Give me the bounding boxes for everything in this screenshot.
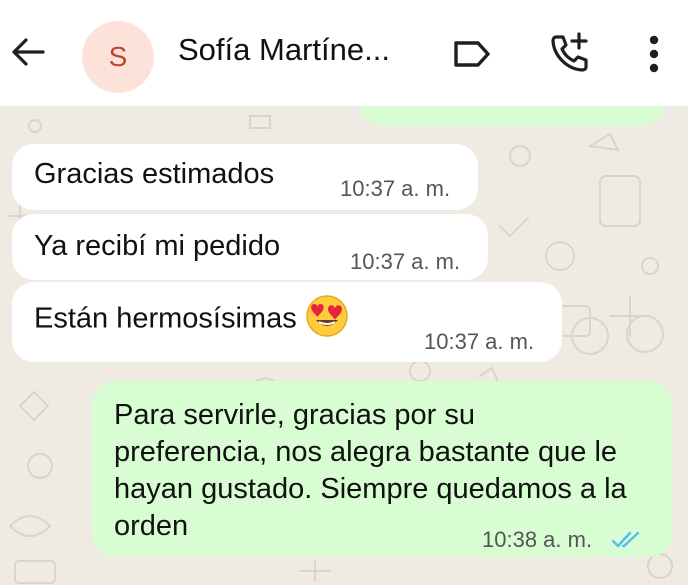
message-text: Están hermosísimas xyxy=(34,302,297,335)
message-bubble-incoming[interactable]: Gracias estimados 10:37 a. m. xyxy=(12,144,478,210)
back-button[interactable] xyxy=(6,30,50,74)
more-options-button[interactable] xyxy=(634,28,674,80)
avatar[interactable]: S xyxy=(82,21,154,93)
contact-name[interactable]: Sofía Martíne... xyxy=(178,32,390,68)
message-bubble-incoming[interactable]: Están hermosísimas 10:37 a. m. xyxy=(12,282,562,362)
double-check-read-icon xyxy=(612,531,640,548)
chat-area[interactable]: Gracias estimados 10:37 a. m. Ya recibí … xyxy=(0,106,688,585)
heart-eyes-emoji-icon xyxy=(305,295,348,337)
back-arrow-icon xyxy=(12,38,45,66)
add-call-button[interactable] xyxy=(544,28,596,78)
more-vert-icon xyxy=(649,35,659,73)
add-call-icon xyxy=(551,32,588,72)
message-text: Gracias estimados xyxy=(34,158,275,190)
message-time: 10:37 a. m. xyxy=(424,329,535,354)
label-button[interactable] xyxy=(448,32,496,76)
message-time: 10:37 a. m. xyxy=(350,249,461,274)
message-text: Para servirle, gracias por su preferenci… xyxy=(114,399,627,542)
avatar-initial: S xyxy=(108,41,128,72)
message-text-row: Están hermosísimas xyxy=(34,295,349,342)
chat-header: S Sofía Martíne... xyxy=(0,0,688,106)
previous-outgoing-bubble xyxy=(360,106,664,126)
message-time: 10:38 a. m. xyxy=(482,527,593,552)
message-time: 10:37 a. m. xyxy=(340,176,451,201)
message-bubble-outgoing[interactable]: Para servirle, gracias por su preferenci… xyxy=(92,381,672,557)
label-icon xyxy=(454,41,490,67)
message-bubble-incoming[interactable]: Ya recibí mi pedido 10:37 a. m. xyxy=(12,214,488,280)
message-text: Ya recibí mi pedido xyxy=(34,230,281,262)
